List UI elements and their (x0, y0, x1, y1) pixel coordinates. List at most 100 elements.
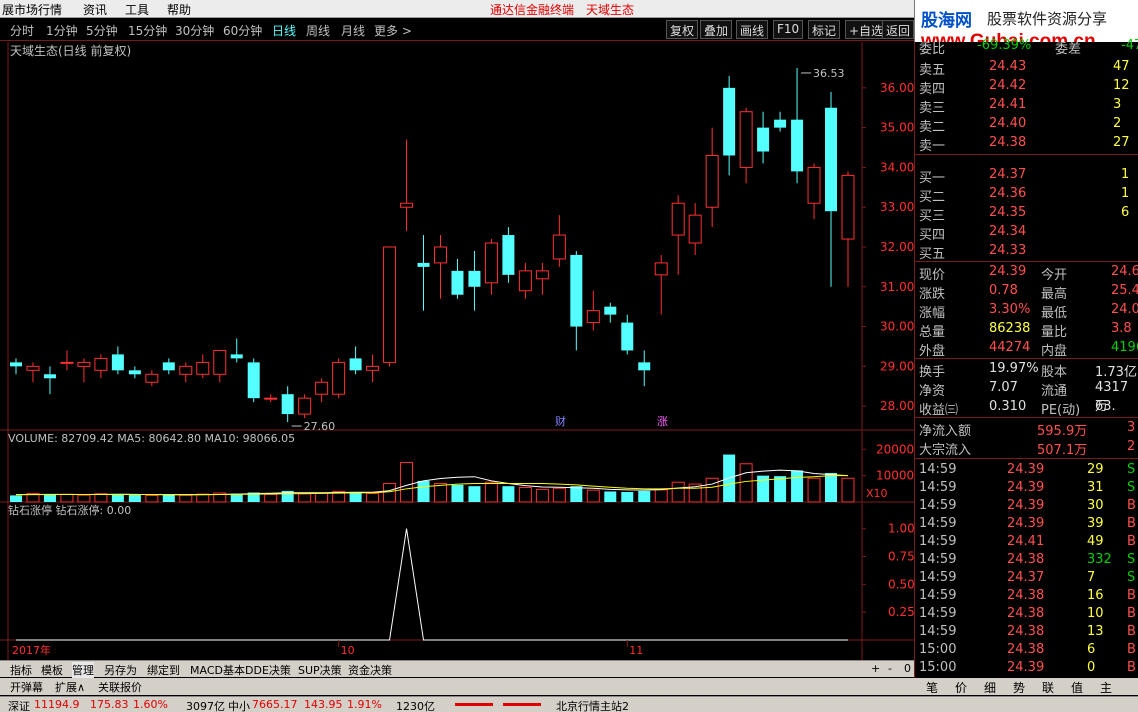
candle-body-47[interactable] (807, 166, 821, 204)
toolbar-btn-4[interactable]: 标记 (808, 20, 841, 39)
candle-body-48[interactable] (825, 107, 838, 212)
candle-body-13[interactable] (230, 354, 243, 359)
candle-body-44[interactable] (757, 127, 770, 152)
candle-body-42[interactable] (723, 87, 736, 156)
candle-body-1[interactable] (26, 365, 40, 371)
candle-body-34[interactable] (586, 310, 600, 324)
candle-body-20[interactable] (349, 358, 362, 371)
indicator-tab-8[interactable]: 资金决策 (348, 662, 392, 678)
ask-price[interactable]: 24.40 (989, 116, 1026, 131)
bid-price[interactable]: 24.33 (989, 243, 1026, 258)
menu-market[interactable]: 展市场行情 (2, 1, 62, 18)
indicator-tab-6[interactable]: DDE决策 (245, 662, 291, 678)
period-6[interactable]: 日线 (272, 22, 296, 39)
zoom-btn-1[interactable]: - (888, 662, 892, 675)
candle-body-0[interactable] (10, 362, 22, 367)
panel-tab-2[interactable]: 细 (984, 679, 996, 696)
toolbar-btn-1[interactable]: 叠加 (700, 20, 733, 39)
extension-tab-0[interactable]: 开弹幕 (10, 679, 43, 695)
period-2[interactable]: 5分钟 (86, 22, 118, 39)
candle-body-35[interactable] (604, 306, 617, 315)
candle-body-41[interactable] (705, 154, 719, 208)
candle-body-24[interactable] (417, 262, 430, 267)
ask-price[interactable]: 24.41 (989, 97, 1026, 112)
bid-price[interactable]: 24.37 (989, 167, 1026, 182)
event-mark-zhang[interactable]: 涨 (657, 415, 668, 428)
candle-body-5[interactable] (94, 357, 108, 371)
candle-body-2[interactable] (43, 374, 56, 379)
panel-tab-5[interactable]: 值 (1071, 679, 1083, 696)
panel-tab-1[interactable]: 价 (955, 679, 967, 696)
indicator-tab-1[interactable]: 模板 (41, 662, 63, 678)
bid-price[interactable]: 24.34 (989, 224, 1026, 239)
panel-tab-0[interactable]: 笔 (926, 679, 938, 696)
period-5[interactable]: 60分钟 (223, 22, 262, 39)
candle-body-38[interactable] (654, 262, 668, 276)
candle-body-22[interactable] (383, 246, 397, 363)
candle-body-19[interactable] (332, 361, 346, 395)
candle-body-3[interactable] (60, 361, 74, 364)
candle-body-11[interactable] (196, 361, 210, 375)
candle-body-39[interactable] (671, 202, 685, 236)
candle-body-16[interactable] (281, 394, 294, 415)
candle-body-6[interactable] (111, 354, 124, 371)
candle-body-27[interactable] (468, 270, 481, 287)
candle-body-26[interactable] (451, 270, 464, 295)
panel-tab-6[interactable]: 主 (1100, 679, 1112, 696)
panel-tab-3[interactable]: 势 (1013, 679, 1025, 696)
candle-body-43[interactable] (739, 111, 753, 168)
candle-body-10[interactable] (179, 365, 193, 375)
indicator-tab-3[interactable]: 另存为 (104, 662, 137, 678)
toolbar-btn-5[interactable]: +自选 (845, 20, 888, 39)
menu-help[interactable]: 帮助 (167, 1, 191, 18)
zoom-btn-0[interactable]: + (871, 662, 880, 675)
candle-body-18[interactable] (315, 381, 329, 395)
indicator-tab-7[interactable]: SUP决策 (298, 662, 342, 678)
candle-body-21[interactable] (366, 365, 380, 371)
candle-body-4[interactable] (77, 361, 91, 367)
extension-tab-1[interactable]: 扩展∧ (55, 679, 85, 695)
period-9[interactable]: 更多 > (374, 22, 412, 39)
indicator-tab-4[interactable]: 绑定到 (147, 662, 180, 678)
bid-price[interactable]: 24.35 (989, 205, 1026, 220)
candle-body-14[interactable] (247, 362, 260, 399)
candle-body-23[interactable] (400, 202, 414, 208)
zoom-btn-2[interactable]: 0 (904, 662, 911, 675)
candle-body-37[interactable] (638, 362, 651, 371)
indicator-tab-0[interactable]: 指标 (10, 662, 32, 678)
panel-tab-4[interactable]: 联 (1042, 679, 1054, 696)
period-0[interactable]: 分时 (10, 22, 34, 39)
candle-body-36[interactable] (621, 322, 634, 351)
toolbar-btn-6[interactable]: 返回 (882, 20, 914, 39)
bid-price[interactable]: 24.36 (989, 186, 1026, 201)
kline-chart[interactable]: 天域生态(日线 前复权) 36.00 35.00 34.00 33.00 32.00 31.… (0, 42, 914, 660)
ask-price[interactable]: 24.43 (989, 59, 1026, 74)
server-name[interactable]: 北京行情主站2 (556, 698, 629, 712)
menu-info[interactable]: 资讯 (83, 1, 107, 18)
period-3[interactable]: 15分钟 (128, 22, 167, 39)
candle-body-40[interactable] (688, 214, 702, 244)
period-7[interactable]: 周线 (306, 22, 330, 39)
menu-tools[interactable]: 工具 (125, 1, 149, 18)
candle-body-28[interactable] (484, 242, 498, 284)
period-1[interactable]: 1分钟 (46, 22, 78, 39)
candle-body-15[interactable] (264, 397, 278, 400)
candle-body-30[interactable] (518, 270, 532, 292)
period-4[interactable]: 30分钟 (175, 22, 214, 39)
candle-body-25[interactable] (433, 246, 447, 264)
candle-body-49[interactable] (841, 174, 855, 240)
candle-body-46[interactable] (791, 119, 804, 172)
toolbar-btn-3[interactable]: F10 (773, 20, 804, 39)
toolbar-btn-0[interactable]: 复权 (666, 20, 699, 39)
candle-body-17[interactable] (298, 397, 312, 415)
period-8[interactable]: 月线 (341, 22, 365, 39)
indicator-tab-2[interactable]: 管理 (72, 662, 94, 678)
extension-tab-2[interactable]: 关联报价 (98, 679, 142, 695)
indicator-tab-5[interactable]: MACD基本 (190, 662, 245, 678)
candle-body-33[interactable] (570, 254, 583, 327)
candle-body-8[interactable] (145, 373, 159, 383)
candle-body-45[interactable] (774, 119, 787, 128)
candle-body-29[interactable] (502, 235, 515, 275)
candle-body-32[interactable] (552, 234, 566, 260)
candle-body-7[interactable] (128, 370, 141, 375)
